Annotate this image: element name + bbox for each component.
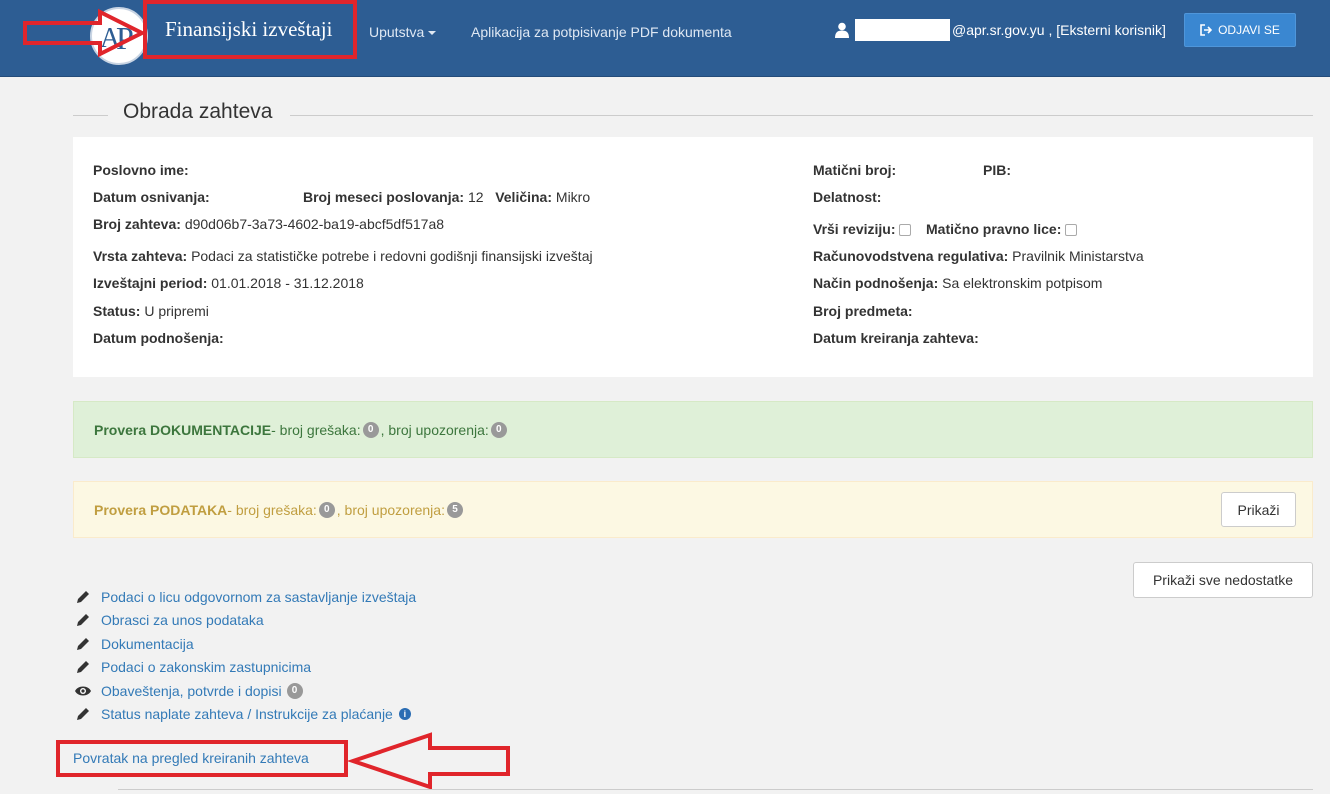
broj-predmeta: Broj predmeta: xyxy=(813,303,913,319)
vrsi-reviziju: Vrši reviziju: xyxy=(813,221,912,237)
data-check-alert: Provera PODATAKA - broj grešaka: 0, broj… xyxy=(73,481,1313,538)
documentation-check-alert: Provera DOKUMENTACIJE - broj grešaka: 0,… xyxy=(73,401,1313,458)
eye-icon xyxy=(74,685,92,697)
link-documentation[interactable]: Dokumentacija xyxy=(74,632,416,656)
logout-label: ODJAVI SE xyxy=(1218,23,1280,37)
datum-osnivanja: Datum osnivanja: xyxy=(93,189,210,205)
maticni-broj: Matični broj: xyxy=(813,162,897,178)
annotation-back-link-box xyxy=(56,740,348,777)
broj-zahteva: Broj zahteva: d90d06b7-3a73-4602-ba19-ab… xyxy=(93,216,445,232)
redacted-username xyxy=(855,19,950,41)
datum-podnosenja: Datum podnošenja: xyxy=(93,330,224,346)
pib: PIB: xyxy=(983,162,1011,178)
pencil-icon xyxy=(74,707,92,721)
user-email: @apr.sr.gov.yu , [Eksterni korisnik] xyxy=(952,22,1166,38)
sign-out-icon xyxy=(1200,24,1213,36)
menu-pdf-signing-app[interactable]: Aplikacija za potpisivanje PDF dokumenta xyxy=(471,24,732,40)
link-notifications[interactable]: Obaveštenja, potvrde i dopisi 0 xyxy=(74,679,416,703)
data-error-count-badge: 0 xyxy=(318,501,335,518)
datum-kreiranja: Datum kreiranja zahteva: xyxy=(813,330,979,346)
info-icon[interactable]: i xyxy=(398,708,411,721)
annotation-arrow-right-icon xyxy=(23,8,147,58)
user-icon xyxy=(835,22,849,38)
maticno-pravno-lice: Matično pravno lice: xyxy=(926,221,1078,237)
izvestajni-period: Izveštajni period: 01.01.2018 - 31.12.20… xyxy=(93,275,364,291)
request-info-panel: Poslovno ime: Datum osnivanja: Broj mese… xyxy=(73,137,1313,377)
pencil-icon xyxy=(74,590,92,604)
menu-uputstva[interactable]: Uputstva xyxy=(369,24,437,40)
vrsi-reviziju-checkbox[interactable] xyxy=(899,224,912,237)
status: Status: U pripremi xyxy=(93,303,209,319)
pencil-icon xyxy=(74,637,92,651)
page-title: Obrada zahteva xyxy=(123,100,273,123)
broj-meseci-velicina: Broj meseci poslovanja: 12 Veličina: Mik… xyxy=(303,189,591,205)
pencil-icon xyxy=(74,660,92,674)
data-warning-count-badge: 5 xyxy=(446,501,463,518)
bottom-divider xyxy=(118,789,1313,790)
racunovodstvena-regulativa: Računovodstvena regulativa: Pravilnik Mi… xyxy=(813,248,1144,264)
delatnost: Delatnost: xyxy=(813,189,882,205)
request-links-list: Podaci o licu odgovornom za sastavljanje… xyxy=(74,585,416,726)
poslovno-ime: Poslovno ime: xyxy=(93,162,189,178)
link-legal-representatives[interactable]: Podaci o zakonskim zastupnicima xyxy=(74,656,416,680)
notifications-count-badge: 0 xyxy=(286,682,303,699)
section-heading: Obrada zahteva xyxy=(73,100,1313,130)
link-payment-status[interactable]: Status naplate zahteva / Instrukcije za … xyxy=(74,703,416,727)
link-data-entry-forms[interactable]: Obrasci za unos podataka xyxy=(74,609,416,633)
logout-button[interactable]: ODJAVI SE xyxy=(1184,13,1296,47)
user-info: @apr.sr.gov.yu , [Eksterni korisnik] xyxy=(835,19,1166,41)
doc-warning-count-badge: 0 xyxy=(490,421,507,438)
data-check-title: Provera PODATAKA xyxy=(94,501,228,518)
doc-check-title: Provera DOKUMENTACIJE xyxy=(94,421,272,438)
caret-down-icon xyxy=(428,31,437,36)
pencil-icon xyxy=(74,613,92,627)
menu-uputstva-label: Uputstva xyxy=(369,24,425,40)
annotation-brand-box xyxy=(143,0,357,59)
link-responsible-person[interactable]: Podaci o licu odgovornom za sastavljanje… xyxy=(74,585,416,609)
show-all-issues-button[interactable]: Prikaži sve nedostatke xyxy=(1133,562,1313,598)
show-data-check-button[interactable]: Prikaži xyxy=(1221,492,1296,527)
vrsta-zahteva: Vrsta zahteva: Podaci za statističke pot… xyxy=(93,248,593,264)
doc-error-count-badge: 0 xyxy=(362,421,379,438)
annotation-arrow-left-icon xyxy=(348,732,510,790)
nacin-podnosenja: Način podnošenja: Sa elektronskim potpis… xyxy=(813,275,1103,291)
maticno-pravno-lice-checkbox[interactable] xyxy=(1065,224,1078,237)
